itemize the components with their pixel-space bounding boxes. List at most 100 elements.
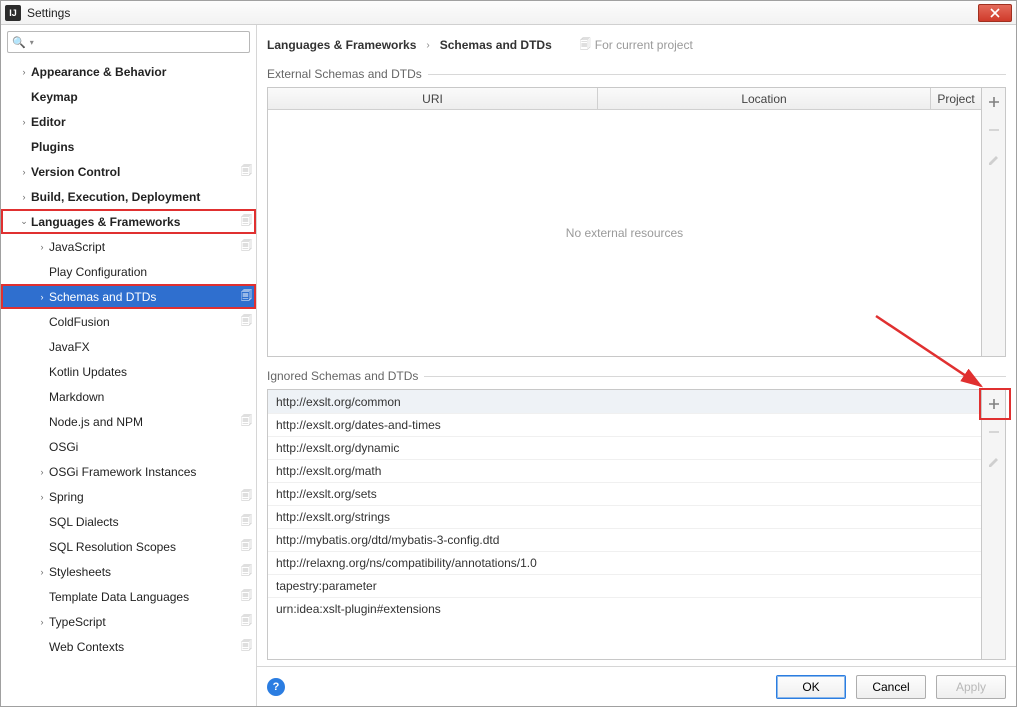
sidebar-item-coldfusion[interactable]: ›ColdFusion🗐 [1,309,256,334]
sidebar-item-javascript[interactable]: ›JavaScript🗐 [1,234,256,259]
sidebar-item-label: Editor [31,115,66,129]
ignored-row[interactable]: http://relaxng.org/ns/compatibility/anno… [268,551,981,574]
sidebar-item-label: Keymap [31,90,78,104]
sidebar-item-stylesheets[interactable]: ›Stylesheets🗐 [1,559,256,584]
project-scope-icon: 🗐 [241,312,252,331]
breadcrumb: Languages & Frameworks › Schemas and DTD… [257,25,1016,57]
ignored-row[interactable]: http://exslt.org/dates-and-times [268,413,981,436]
project-icon: 🗐 [580,36,591,55]
sidebar-item-play-configuration[interactable]: ›Play Configuration [1,259,256,284]
sidebar-item-label: Plugins [31,140,74,154]
col-uri[interactable]: URI [268,88,598,109]
ignored-add-button[interactable] [982,390,1006,418]
sidebar-item-typescript[interactable]: ›TypeScript 🗐 [1,609,256,634]
sidebar-item-osgi-framework-instances[interactable]: ›OSGi Framework Instances [1,459,256,484]
chevron-right-icon: › [19,67,29,77]
sidebar-item-label: ColdFusion [49,315,110,329]
close-button[interactable] [978,4,1012,22]
ignored-row[interactable]: http://exslt.org/common [268,390,981,413]
col-project[interactable]: Project [931,88,981,109]
project-scope-icon: 🗐 [241,587,252,606]
project-scope-icon: 🗐 [241,212,252,231]
settings-tree[interactable]: ›Appearance & Behavior›Keymap›Editor›Plu… [1,57,256,706]
ok-button[interactable]: OK [776,675,846,699]
sidebar-item-schemas-and-dtds[interactable]: ›Schemas and DTDs🗐 [1,284,256,309]
project-scope-icon: 🗐 [241,412,252,431]
sidebar-item-web-contexts[interactable]: ›Web Contexts🗐 [1,634,256,659]
project-note-label: For current project [595,38,693,52]
project-scope-icon: 🗐 [241,162,252,181]
sidebar-item-kotlin-updates[interactable]: ›Kotlin Updates [1,359,256,384]
sidebar-item-languages-frameworks[interactable]: ⌄Languages & Frameworks 🗐 [1,209,256,234]
sidebar-item-label: Markdown [49,390,104,404]
sidebar-item-label: JavaFX [49,340,90,354]
chevron-right-icon: › [37,617,47,627]
sidebar-item-template-data-languages[interactable]: ›Template Data Languages🗐 [1,584,256,609]
sidebar-item-sql-resolution-scopes[interactable]: ›SQL Resolution Scopes🗐 [1,534,256,559]
sidebar-item-osgi[interactable]: ›OSGi [1,434,256,459]
sidebar-item-plugins[interactable]: ›Plugins [1,134,256,159]
sidebar-item-appearance-behavior[interactable]: ›Appearance & Behavior [1,59,256,84]
ignored-row[interactable]: http://exslt.org/strings [268,505,981,528]
sidebar-item-label: Web Contexts [49,640,124,654]
chevron-right-icon: › [19,192,29,202]
ignored-row[interactable]: urn:idea:xslt-plugin#extensions [268,597,981,620]
ignored-row[interactable]: http://exslt.org/dynamic [268,436,981,459]
ignored-row[interactable]: tapestry:parameter [268,574,981,597]
project-scope-icon: 🗐 [241,612,252,631]
help-button[interactable]: ? [267,678,285,696]
sidebar-item-spring[interactable]: ›Spring🗐 [1,484,256,509]
sidebar-item-keymap[interactable]: ›Keymap [1,84,256,109]
external-tools [982,87,1006,357]
search-history-caret[interactable]: ▾ [30,38,34,47]
chevron-right-icon: › [426,40,429,51]
ignored-row[interactable]: http://exslt.org/sets [268,482,981,505]
sidebar-item-label: OSGi Framework Instances [49,465,196,479]
cancel-button[interactable]: Cancel [856,675,926,699]
breadcrumb-parent[interactable]: Languages & Frameworks [267,38,416,52]
ignored-edit-button [982,446,1006,474]
sidebar-item-label: Play Configuration [49,265,147,279]
sidebar-item-label: JavaScript [49,240,105,254]
chevron-right-icon: › [37,567,47,577]
sidebar-item-node-js-and-npm[interactable]: ›Node.js and NPM🗐 [1,409,256,434]
sidebar-item-label: OSGi [49,440,78,454]
sidebar-item-label: Build, Execution, Deployment [31,190,200,204]
sidebar-item-sql-dialects[interactable]: ›SQL Dialects🗐 [1,509,256,534]
sidebar-item-label: SQL Dialects [49,515,119,529]
search-input[interactable] [38,35,245,49]
sidebar-item-javafx[interactable]: ›JavaFX [1,334,256,359]
project-scope-icon: 🗐 [241,287,252,306]
external-add-button[interactable] [982,88,1006,116]
sidebar-item-editor[interactable]: ›Editor [1,109,256,134]
app-icon: IJ [5,5,21,21]
chevron-right-icon: › [37,492,47,502]
ignored-row[interactable]: http://mybatis.org/dtd/mybatis-3-config.… [268,528,981,551]
external-empty-label: No external resources [268,110,981,356]
for-current-project: 🗐 For current project [580,36,693,55]
sidebar-item-label: Template Data Languages [49,590,189,604]
chevron-down-icon: ⌄ [19,216,29,227]
external-table-header: URI Location Project [268,88,981,110]
sidebar-item-label: Appearance & Behavior [31,65,166,79]
chevron-right-icon: › [37,467,47,477]
external-schemas-table[interactable]: URI Location Project No external resourc… [267,87,982,357]
search-input-wrap[interactable]: 🔍 ▾ [7,31,250,53]
ignored-remove-button [982,418,1006,446]
ignored-schemas-title: Ignored Schemas and DTDs [267,369,424,383]
apply-button[interactable]: Apply [936,675,1006,699]
col-location[interactable]: Location [598,88,931,109]
sidebar-item-label: TypeScript [49,615,106,629]
project-scope-icon: 🗐 [241,237,252,256]
sidebar-item-label: Node.js and NPM [49,415,143,429]
sidebar-item-build-execution-deployment[interactable]: ›Build, Execution, Deployment [1,184,256,209]
sidebar-item-label: Kotlin Updates [49,365,127,379]
content: Languages & Frameworks › Schemas and DTD… [257,25,1016,706]
sidebar-item-label: SQL Resolution Scopes [49,540,176,554]
sidebar-item-label: Languages & Frameworks [31,215,180,229]
sidebar-item-markdown[interactable]: ›Markdown [1,384,256,409]
project-scope-icon: 🗐 [241,537,252,556]
sidebar-item-version-control[interactable]: ›Version Control🗐 [1,159,256,184]
ignored-schemas-list[interactable]: http://exslt.org/commonhttp://exslt.org/… [267,389,982,660]
ignored-row[interactable]: http://exslt.org/math [268,459,981,482]
